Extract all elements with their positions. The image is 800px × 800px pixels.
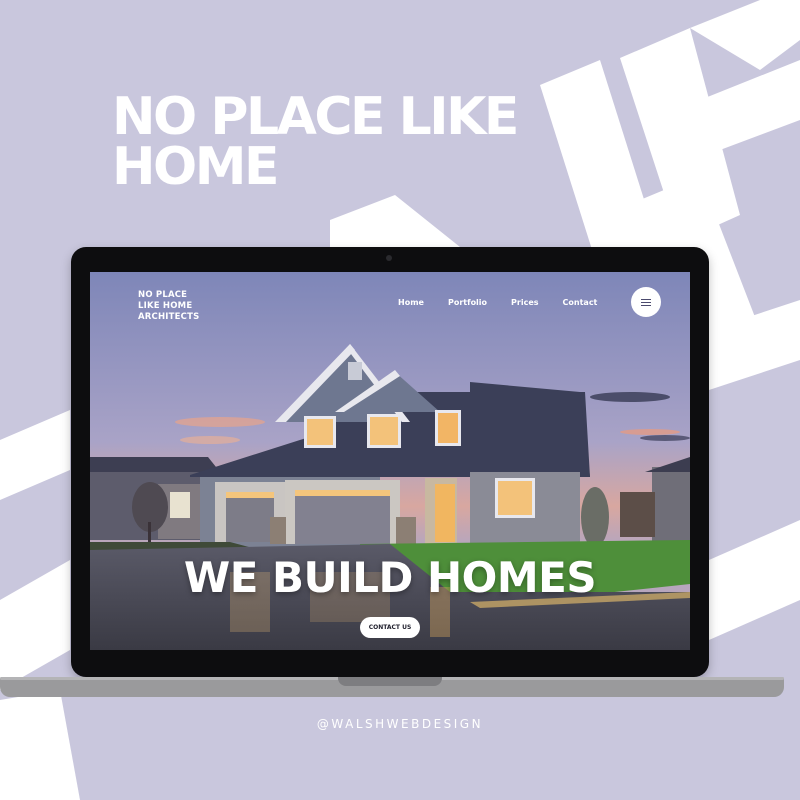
poster-headline: NO PLACE LIKE HOME [112, 87, 519, 197]
brand-line-2: LIKE HOME [138, 301, 193, 311]
site-logo[interactable]: NO PLACE LIKE HOME ARCHITECTS [138, 290, 199, 323]
headline-line-2: HOME [112, 137, 279, 197]
nav-contact[interactable]: Contact [563, 298, 598, 307]
nav-prices[interactable]: Prices [511, 298, 538, 307]
brand-line-3: ARCHITECTS [138, 312, 200, 322]
laptop-screen-frame: NO PLACE LIKE HOME ARCHITECTS Home Portf… [71, 247, 709, 677]
webcam-dot [386, 255, 392, 261]
menu-button[interactable] [631, 287, 661, 317]
hero-title: WE BUILD HOMES [183, 553, 597, 602]
brand-line-1: NO PLACE [138, 290, 188, 300]
hamburger-menu-icon [641, 298, 651, 306]
laptop-base [0, 677, 784, 697]
website-viewport: NO PLACE LIKE HOME ARCHITECTS Home Portf… [90, 272, 690, 650]
lid-notch [338, 677, 442, 686]
nav-home[interactable]: Home [398, 298, 424, 307]
headline-line-1: NO PLACE LIKE [112, 87, 519, 147]
contact-us-button[interactable]: CONTACT US [360, 617, 420, 638]
nav-portfolio[interactable]: Portfolio [448, 298, 487, 307]
designer-credit: @WALSHWEBDESIGN [316, 717, 484, 731]
site-nav: Home Portfolio Prices Contact [398, 298, 621, 307]
